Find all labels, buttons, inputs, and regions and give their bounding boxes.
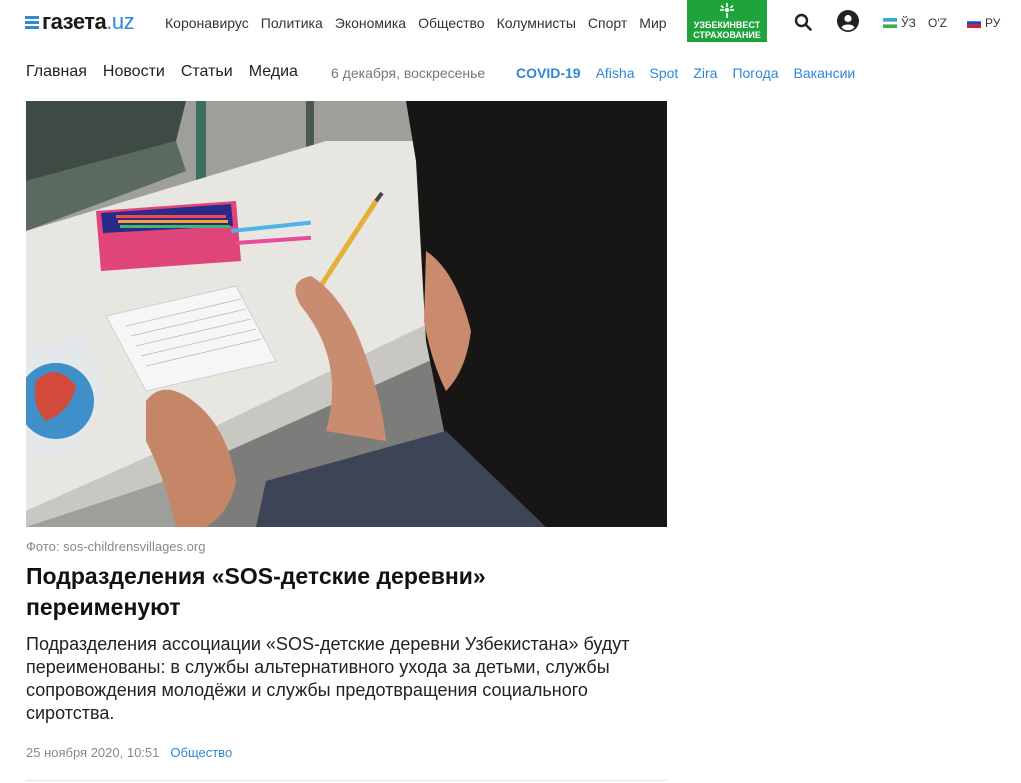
nav-item-world[interactable]: Мир bbox=[639, 15, 666, 31]
divider bbox=[26, 780, 667, 781]
quick-link-zira[interactable]: Zira bbox=[693, 65, 717, 81]
nav-item-sport[interactable]: Спорт bbox=[588, 15, 627, 31]
quick-links: COVID-19 Afisha Spot Zira Погода Ваканси… bbox=[516, 65, 870, 81]
user-account-icon[interactable] bbox=[837, 10, 859, 32]
lang-ru[interactable]: РУ bbox=[967, 16, 1000, 30]
article-photo[interactable] bbox=[26, 101, 667, 527]
article-meta: 25 ноября 2020, 10:51 Общество bbox=[26, 745, 232, 760]
lang-uz-latin[interactable]: O'Z bbox=[928, 16, 947, 30]
main-nav: Главная Новости Статьи Медиа bbox=[26, 63, 314, 81]
logo-tld: .uz bbox=[106, 9, 135, 34]
uz-flag-icon bbox=[883, 18, 897, 28]
article-category-link[interactable]: Общество bbox=[170, 745, 232, 760]
quick-link-covid[interactable]: COVID-19 bbox=[516, 65, 581, 81]
secondary-nav: Главная Новости Статьи Медиа 6 декабря, … bbox=[0, 44, 1021, 100]
lang-label: O'Z bbox=[928, 16, 947, 30]
lang-uz-cyrillic[interactable]: ЎЗ bbox=[883, 16, 916, 30]
quick-link-spot[interactable]: Spot bbox=[650, 65, 679, 81]
section-nav: Коронавирус Политика Экономика Общество … bbox=[165, 15, 679, 31]
nav-item-coronavirus[interactable]: Коронавирус bbox=[165, 15, 249, 31]
quick-link-weather[interactable]: Погода bbox=[732, 65, 778, 81]
nav-item-media[interactable]: Медиа bbox=[249, 63, 298, 81]
article-date: 25 ноября 2020, 10:51 bbox=[26, 745, 160, 760]
lang-label: РУ bbox=[985, 16, 1001, 30]
article-photo-illustration bbox=[26, 101, 667, 527]
ru-flag-icon bbox=[967, 18, 981, 28]
article-title[interactable]: Подразделения «SOS-детские деревни» пере… bbox=[26, 561, 626, 623]
nav-item-politics[interactable]: Политика bbox=[261, 15, 323, 31]
nav-item-economy[interactable]: Экономика bbox=[335, 15, 406, 31]
article-lead: Подразделения ассоциации «SOS-детские де… bbox=[26, 634, 630, 723]
quick-link-jobs[interactable]: Вакансии bbox=[794, 65, 856, 81]
logo-text: газета bbox=[42, 9, 107, 34]
nav-item-articles[interactable]: Статьи bbox=[181, 63, 233, 81]
top-bar: газета .uz Коронавирус Политика Экономика… bbox=[0, 0, 1021, 44]
nav-item-home[interactable]: Главная bbox=[26, 63, 87, 81]
nav-item-columnists[interactable]: Колумнисты bbox=[497, 15, 576, 31]
nav-item-news[interactable]: Новости bbox=[103, 63, 165, 81]
sponsor-name-line1: УЗБЕКИНВЕСТ bbox=[693, 20, 761, 30]
lang-label: ЎЗ bbox=[901, 16, 916, 30]
photo-credit: Фото: sos-childrensvillages.org bbox=[26, 539, 206, 554]
sponsor-emblem-icon bbox=[720, 3, 734, 18]
current-date: 6 декабря, воскресенье bbox=[331, 65, 486, 81]
logo-icon bbox=[25, 16, 39, 30]
site-logo[interactable]: газета .uz bbox=[25, 8, 135, 36]
sponsor-name-line2: СТРАХОВАНИЕ bbox=[693, 30, 761, 40]
search-icon[interactable] bbox=[794, 13, 812, 31]
sponsor-ad-banner[interactable]: УЗБЕКИНВЕСТ СТРАХОВАНИЕ bbox=[687, 0, 767, 42]
nav-item-society[interactable]: Общество bbox=[418, 15, 485, 31]
quick-link-afisha[interactable]: Afisha bbox=[596, 65, 635, 81]
